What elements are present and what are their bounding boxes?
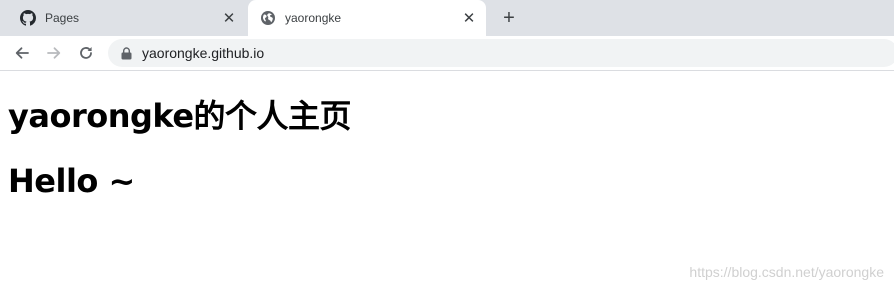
address-bar[interactable]: yaorongke.github.io <box>108 39 894 67</box>
arrow-right-icon <box>47 47 61 59</box>
tab-yaorongke[interactable]: yaorongke ✕ <box>248 0 486 36</box>
globe-icon <box>260 10 276 26</box>
tab-title: yaorongke <box>285 11 342 25</box>
arrow-left-icon <box>15 47 29 59</box>
forward-button[interactable] <box>40 39 68 67</box>
page-content: yaorongke的个人主页 Hello ~ https://blog.csdn… <box>0 71 894 290</box>
close-icon[interactable]: ✕ <box>220 9 238 27</box>
github-icon <box>20 10 36 26</box>
browser-toolbar: yaorongke.github.io <box>0 36 894 71</box>
reload-icon <box>80 47 92 59</box>
new-tab-button[interactable]: + <box>497 7 521 29</box>
page-title: yaorongke的个人主页 <box>8 97 352 135</box>
reload-button[interactable] <box>72 39 100 67</box>
close-icon[interactable]: ✕ <box>460 9 478 27</box>
lock-icon <box>121 46 132 60</box>
page-subtitle: Hello ~ <box>8 162 135 200</box>
watermark: https://blog.csdn.net/yaorongke <box>689 264 884 280</box>
tab-pages[interactable]: Pages ✕ <box>8 0 246 36</box>
address-url: yaorongke.github.io <box>142 45 265 61</box>
tab-strip: Pages ✕ yaorongke ✕ + <box>0 0 894 36</box>
back-button[interactable] <box>8 39 36 67</box>
tab-title: Pages <box>45 11 80 25</box>
